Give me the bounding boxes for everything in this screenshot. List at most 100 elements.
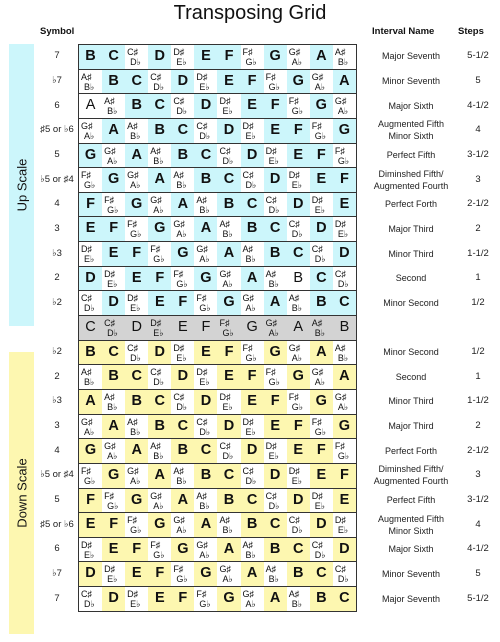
sharp-name: G♯ [219,564,231,575]
natural-note-cell: B [339,319,350,336]
grid-row-up: F F♯ G♭ G G♯ A♭ A A♯ B♭ B C C♯ D♭ D D♯ E♭ E [79,191,356,217]
flat-name: B♭ [176,475,187,486]
interval-steps: 2-1/2 [467,198,489,210]
sharp-name: F♯ [334,441,345,452]
natural-note-cell: A [217,242,241,266]
sharp-name: C♯ [288,515,300,526]
sharp-name: D♯ [288,170,300,181]
reference-row: C C♯ D♭ D D♯ E♭ E F F♯ G♭ G G♯ A♭ A A♯ B♭ B [79,315,356,340]
natural-note-cell: E [178,319,188,336]
flat-name: E♭ [176,352,187,363]
flat-name: E♭ [245,130,256,141]
interval-steps: 5 [475,74,481,86]
interval-name: Major Sixth [388,544,434,555]
interval-steps: 1/2 [471,296,485,308]
accidental-note-cell: G♯ A♭ [287,341,310,365]
natural-note-cell: E [194,45,218,69]
accidental-note-cell: C♯ D♭ [241,168,264,192]
flat-name: D♭ [199,426,211,437]
accidental-note-cell: F♯ G♭ [264,365,287,389]
accidental-note-cell: C♯ D♭ [217,144,240,168]
interval-symbol: 6 [54,543,60,555]
flat-name: A♭ [291,57,302,67]
sharp-name: A♯ [173,465,184,476]
flat-name: E♭ [314,204,326,215]
natural-note-cell: E [263,414,287,439]
accidental-note-cell: D♯ E♭ [102,562,125,586]
interval-steps: 1 [475,272,481,284]
natural-note-cell: F [286,414,310,439]
accidental-note-cell: F♯ G♭ [241,45,264,69]
sharp-name: A♯ [334,47,346,57]
accidental-note-cell: F♯ G♭ [171,267,194,291]
natural-note-cell: B [194,463,218,488]
accidental-note-cell: A♯ B♭ [287,291,310,315]
accidental-note-cell: D♯ E♭ [241,119,264,143]
interval-name: Second [395,273,427,284]
natural-note-cell: C [286,242,310,266]
accidental-note-cell: G♯ A♭ [194,242,217,266]
accidental-note-cell: F♯ G♭ [148,242,171,266]
accidental-note-cell: D♯ E♭ [125,291,148,315]
flat-name: G♭ [153,549,165,560]
natural-note-cell: B [102,365,126,389]
flat-name: A♭ [107,451,118,462]
natural-note-cell: E [217,365,241,389]
flat-name: B♭ [337,352,349,363]
flat-name: E♭ [107,278,118,289]
accidental-note-cell: G♯ A♭ [148,193,171,217]
interval-name: Augmented Fifth Minor Sixth [377,513,445,536]
sharp-name: C♯ [196,120,208,131]
natural-note-cell: F [309,143,333,168]
natural-note-cell: C [194,439,218,463]
accidental-note-cell: A♯ B♭ [148,144,171,168]
interval-symbol: ♭7 [52,567,62,579]
flat-name: B♭ [222,525,233,536]
sharp-name: G♯ [288,342,301,353]
transposing-grid: B C C♯ D♭ D D♯ E♭ E F F♯ G♭ G G♯ A♭ A A♯ B♭ A♯ B♭ B C C♯ D♭ D D♯… [78,44,357,612]
sharp-name: G♯ [311,71,324,82]
accidental-note-cell: G♯ A♭ [125,168,148,192]
grid-row-down: A A♯ B♭ B C C♯ D♭ D D♯ E♭ E F F♯ G♭ G G♯ A♭ [79,388,356,414]
sharp-name: A♯ [127,416,138,427]
natural-note-cell: B [102,69,126,94]
flat-name: D♭ [268,204,280,215]
interval-symbol: ♯5 or ♭6 [40,518,74,530]
natural-note-cell: G [125,192,149,217]
sharp-name: D♯ [104,564,116,575]
sharp-name: F♯ [242,342,253,353]
interval-steps: 1/2 [471,346,485,358]
accidental-note-cell: G♯ A♭ [102,439,125,463]
sharp-name: A♯ [104,391,115,402]
natural-note-cell: G [286,69,310,94]
natural-note-cell: B [240,513,264,537]
accidental-note-cell: D♯ E♭ [148,316,171,340]
flat-name: D♭ [199,130,211,141]
flat-name: D♭ [337,278,349,289]
natural-note-cell: B [309,587,333,611]
sharp-name: C♯ [334,268,346,279]
natural-note-cell: B [240,217,264,242]
natural-note-cell: A [102,118,126,143]
interval-symbol: ♭3 [52,247,62,259]
natural-note-cell: D [286,488,310,513]
natural-note-cell: D [240,439,264,463]
sharp-name: C♯ [288,219,300,230]
flat-name: A♭ [176,229,187,240]
interval-symbol: 2 [54,272,60,284]
sharp-name: G♯ [334,391,347,402]
accidental-note-cell: G♯ A♭ [310,365,333,389]
sharp-name: A♯ [334,342,346,353]
sharp-name: F♯ [288,391,299,402]
symbol-column-header: Symbol [40,26,75,37]
accidental-note-cell: G♯ A♭ [287,45,310,69]
interval-name: Minor Third [388,396,434,407]
natural-note-cell: A [240,266,264,291]
accidental-note-cell: D♯ E♭ [171,45,194,69]
natural-note-cell: D [240,143,264,168]
flat-name: A♭ [222,574,233,585]
grid-row-down: F♯ G♭ G G♯ A♭ A A♯ B♭ B C C♯ D♭ D D♯ E♭ E F [79,462,356,488]
steps-column-header: Steps [458,26,484,37]
sharp-name: D♯ [265,441,277,452]
interval-steps: 1-1/2 [467,395,489,407]
